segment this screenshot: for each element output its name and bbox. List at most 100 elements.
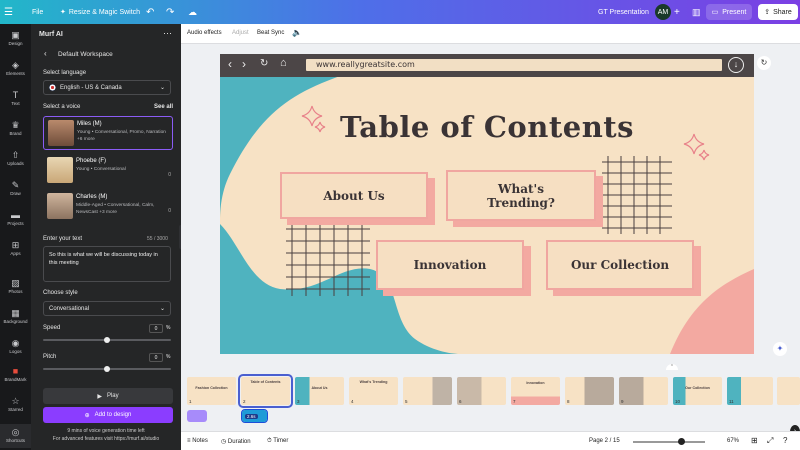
page-thumbnail[interactable]: 5	[403, 377, 452, 405]
toc-item-innovation: Innovation	[376, 240, 524, 290]
editor-workspace: Audio effects Adjust Beat Sync 🔈 ‹ › ↻ ⌂…	[181, 24, 800, 450]
pitch-slider-knob[interactable]	[104, 366, 110, 372]
zoom-level[interactable]: 67%	[727, 438, 739, 444]
voice-option-phoebe[interactable]: Phoebe (F) Young • Conversational 0	[43, 154, 173, 188]
share-button[interactable]: ⇪ Share	[758, 4, 798, 20]
notes-button[interactable]: ≡ Notes	[187, 438, 208, 444]
voice-option-miles[interactable]: Miles (M) Young • Conversational, Promo,…	[43, 116, 173, 150]
thumbnail-number: 10	[675, 399, 681, 404]
grid-view-icon[interactable]: ⊞	[751, 436, 758, 445]
document-title[interactable]: GT Presentation	[598, 0, 649, 24]
rail-item-text[interactable]: T Text	[0, 90, 31, 106]
page-thumbnail[interactable]: Fashion Collection 1	[187, 377, 236, 405]
page-thumbnail[interactable]: About Us 3	[295, 377, 344, 405]
undo-icon[interactable]: ↶	[146, 0, 154, 24]
adjust-button[interactable]: Adjust	[232, 30, 249, 36]
play-icon: ▶	[97, 393, 102, 400]
voice-name: Charles (M)	[76, 194, 108, 200]
advanced-features-text[interactable]: For advanced features visit https://murf…	[31, 436, 181, 442]
toc-item-our-collection: Our Collection	[546, 240, 694, 290]
duration-button[interactable]: ◷ Duration	[221, 438, 251, 445]
help-icon[interactable]: ?	[783, 436, 787, 445]
page-thumbnail[interactable]: Innovation 7	[511, 377, 560, 405]
magic-assist-icon[interactable]: ✦	[773, 342, 787, 356]
rail-label: Apps	[10, 251, 21, 256]
language-label: Select language	[43, 70, 87, 76]
zoom-slider[interactable]	[633, 441, 705, 443]
rail-label: Uploads	[7, 161, 24, 166]
rail-item-brandmark[interactable]: ■ BrandMark	[0, 366, 31, 382]
slide-canvas[interactable]: ‹ › ↻ ⌂ www.reallygreatsite.com ↓ Table …	[220, 54, 754, 354]
upload-icon: ⇧	[11, 150, 20, 160]
thumbnail-number: 2	[243, 399, 246, 404]
page-thumbnail[interactable]: Our Collection 10	[673, 377, 722, 405]
cloud-save-icon[interactable]: ☁	[188, 0, 197, 24]
page-thumbnail[interactable]	[777, 377, 800, 405]
audio-effects-button[interactable]: Audio effects	[187, 30, 222, 36]
add-to-design-button[interactable]: ⊕ Add to design	[43, 407, 173, 423]
workspace-title: Default Workspace	[58, 51, 113, 58]
style-value: Conversational	[49, 305, 90, 312]
insights-icon[interactable]: ▥	[692, 0, 701, 24]
us-flag-icon	[49, 84, 56, 91]
rail-item-design[interactable]: ▣ Design	[0, 30, 31, 46]
zoom-slider-knob[interactable]	[678, 438, 686, 445]
timer-button[interactable]: ⏱ Timer	[267, 438, 288, 445]
back-arrow-icon[interactable]: ‹	[44, 49, 47, 58]
redo-icon[interactable]: ↷	[166, 0, 174, 24]
panel-title: Murf AI	[39, 31, 63, 38]
rail-item-murf[interactable]: ◎ Shortcuts	[0, 424, 31, 448]
style-select[interactable]: Conversational ⌄	[43, 301, 171, 316]
page-thumbnail[interactable]: 11	[727, 377, 773, 405]
pitch-value-input[interactable]: 0	[149, 353, 163, 362]
rail-label: Projects	[7, 221, 24, 226]
voice-option-charles[interactable]: Charles (M) Middle-Aged • Conversational…	[43, 190, 173, 224]
voice-text-input[interactable]: So this is what we will be discussing to…	[43, 246, 171, 282]
thumbnail-number: 11	[729, 399, 734, 404]
browser-bar-graphic: ‹ › ↻ ⌂ www.reallygreatsite.com ↓	[220, 54, 754, 77]
rail-item-background[interactable]: ▦ Background	[0, 308, 31, 324]
page-thumbnail-selected[interactable]: Table of Contents 2	[238, 374, 293, 408]
rail-item-brand[interactable]: ♛ Brand	[0, 120, 31, 136]
speed-value-input[interactable]: 0	[149, 324, 163, 333]
rail-item-uploads[interactable]: ⇧ Uploads	[0, 150, 31, 166]
more-options-icon[interactable]: ⋯	[163, 28, 172, 39]
resize-magic-switch-button[interactable]: ✦ Resize & Magic Switch	[60, 0, 140, 24]
hamburger-menu-icon[interactable]: ☰	[4, 0, 16, 24]
audio-clip-selected[interactable]: 2.6s	[241, 409, 268, 423]
refresh-slide-icon[interactable]: ↻	[757, 56, 771, 70]
voice-count: 0	[168, 208, 171, 214]
audio-track-segment[interactable]	[187, 410, 207, 422]
avatar[interactable]: AM	[655, 4, 671, 20]
speed-label: Speed	[43, 325, 61, 331]
speed-slider-knob[interactable]	[104, 337, 110, 343]
page-thumbnail[interactable]: 6	[457, 377, 506, 405]
page-thumbnail[interactable]: 9	[619, 377, 668, 405]
expand-pages-icon[interactable]: ⌃	[666, 364, 678, 370]
file-menu[interactable]: File	[32, 0, 43, 24]
rail-item-projects[interactable]: ▬ Projects	[0, 210, 31, 226]
present-button[interactable]: ▭ Present	[706, 4, 752, 20]
page-indicator[interactable]: Page 2 / 15	[589, 438, 620, 444]
voice-name: Miles (M)	[77, 121, 102, 127]
see-all-link[interactable]: See all	[154, 104, 173, 110]
page-thumbnail[interactable]: What's Trending 4	[349, 377, 398, 405]
language-value: English - US & Canada	[60, 84, 122, 91]
rail-label: Text	[11, 101, 20, 106]
rail-item-elements[interactable]: ◈ Elements	[0, 60, 31, 76]
beat-sync-button[interactable]: Beat Sync	[257, 30, 284, 36]
voice-avatar	[47, 193, 73, 219]
rail-item-logos[interactable]: ◉ Logos	[0, 338, 31, 354]
minutes-left-text: 9 mins of voice generation time left	[67, 428, 145, 434]
fullscreen-icon[interactable]: ⤢	[767, 436, 773, 446]
language-select[interactable]: English - US & Canada ⌄	[43, 80, 171, 95]
add-collaborator-icon[interactable]: +	[674, 0, 680, 24]
style-label: Choose style	[43, 290, 78, 296]
page-thumbnail[interactable]: 8	[565, 377, 614, 405]
rail-item-starred[interactable]: ☆ Starred	[0, 396, 31, 412]
rail-item-apps[interactable]: ⊞ Apps	[0, 240, 31, 256]
play-button[interactable]: ▶ Play	[43, 388, 173, 404]
volume-icon[interactable]: 🔈	[292, 28, 302, 37]
rail-item-photos[interactable]: ▨ Photos	[0, 278, 31, 294]
rail-item-draw[interactable]: ✎ Draw	[0, 180, 31, 196]
